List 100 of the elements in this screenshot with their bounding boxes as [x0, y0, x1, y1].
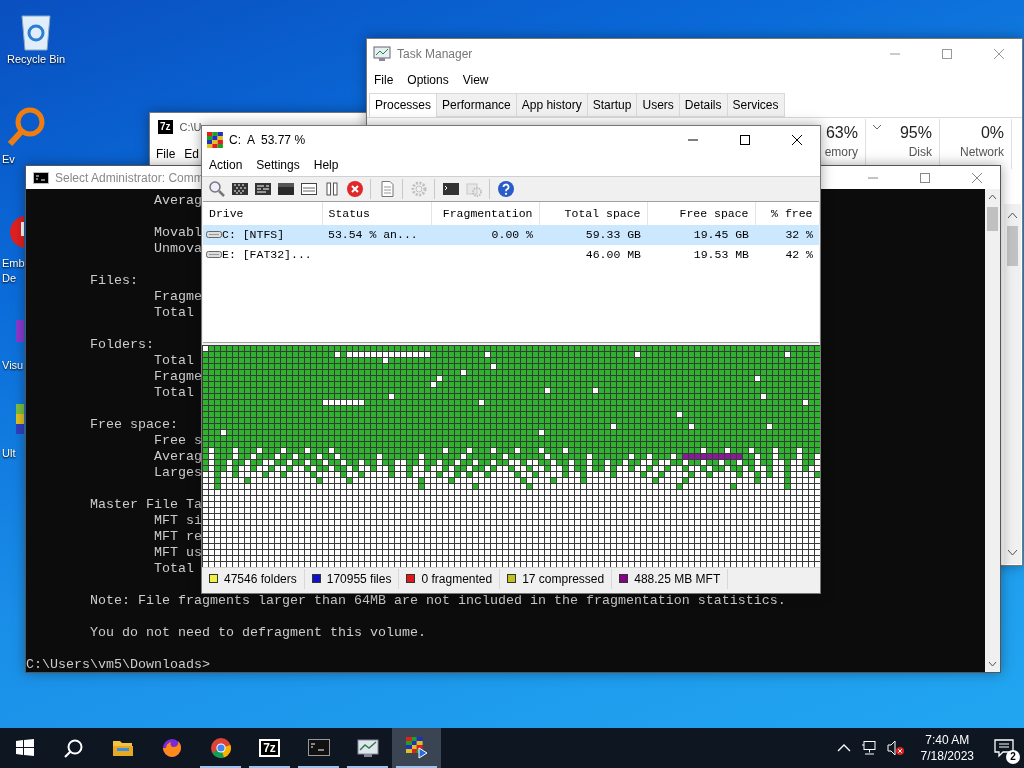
table-cell: 53.54 % an...: [328, 228, 418, 242]
column-header[interactable]: emory: [824, 145, 858, 159]
monitor-icon: [356, 737, 379, 759]
column-header[interactable]: Disk: [908, 145, 932, 159]
console-text: You do not need to defragment this volume.: [90, 625, 426, 640]
console-text: Total: [154, 353, 194, 368]
console-icon: [33, 171, 49, 184]
console-text: Movabl: [154, 225, 202, 240]
maximize-icon: [920, 172, 930, 183]
legend-label: 0 fragmented: [421, 570, 493, 588]
tab[interactable]: Users: [636, 93, 680, 117]
table-cell: 46.00 MB: [585, 247, 641, 261]
table-cell: 19.53 MB: [693, 247, 749, 261]
column-header[interactable]: Network: [960, 145, 1004, 159]
table-cell: 0.00 %: [491, 228, 533, 242]
console-text: Unmova: [154, 241, 202, 256]
console-text: Total: [154, 561, 194, 576]
table-cell: 59.33 GB: [585, 228, 641, 242]
console-text: Total: [154, 305, 194, 320]
checker-icon[interactable]: [230, 180, 249, 198]
usage-value: 0%: [980, 123, 1004, 143]
table-cell: 42 %: [785, 247, 813, 261]
search-icon: [64, 738, 83, 758]
stop-icon[interactable]: [345, 180, 364, 198]
menu-item[interactable]: File: [156, 145, 176, 163]
console-text: Files:: [90, 273, 138, 288]
menu-item[interactable]: Ed: [184, 145, 200, 163]
menu-item[interactable]: Help: [306, 156, 346, 174]
help-icon[interactable]: [496, 180, 515, 198]
table-cell: 19.45 GB: [693, 228, 749, 242]
icon-label: De: [2, 271, 17, 286]
menu-item[interactable]: View: [455, 71, 496, 89]
console-text: Larges: [154, 465, 202, 480]
block-icon[interactable]: [276, 180, 295, 198]
fox-globe-icon: [160, 737, 183, 759]
clock-time[interactable]: 7:40 AM: [925, 732, 970, 748]
menu-item[interactable]: Settings: [249, 156, 307, 174]
clock-date[interactable]: 7/18/2023: [920, 748, 974, 764]
icon-label: Emb: [2, 256, 25, 271]
magnifier-icon[interactable]: [207, 180, 226, 198]
maximize-icon: [942, 49, 952, 59]
console-text: Fragme: [154, 289, 202, 304]
panel-icon[interactable]: [299, 180, 318, 198]
icon-label: Ev: [2, 152, 15, 167]
icon-label: Ult: [2, 446, 16, 461]
window-title: C:\U: [179, 119, 202, 135]
console-text: Free s: [154, 433, 202, 448]
round-browser-icon: [209, 737, 232, 759]
close-icon: [792, 135, 802, 145]
scrollbar[interactable]: [1004, 204, 1021, 564]
console-text: MFT us: [154, 545, 202, 560]
tab[interactable]: App history: [515, 93, 588, 117]
menu-item[interactable]: Options: [400, 71, 456, 89]
drive-icon: [206, 249, 222, 259]
console-text: MFT re: [154, 529, 202, 544]
close-icon: [994, 49, 1004, 59]
legend-label: 488.25 MB MFT: [634, 570, 721, 588]
icon-label: Visu: [2, 358, 24, 373]
console-text: Free space:: [90, 417, 178, 432]
network-icon[interactable]: [860, 740, 877, 756]
console-text: Fragme: [154, 369, 202, 384]
console-text: Averag: [154, 449, 202, 464]
muted-speaker-icon[interactable]: [886, 740, 905, 756]
legend-label: 170955 files: [326, 570, 392, 588]
console-text: Folders:: [90, 337, 154, 352]
console-text: Master File Ta: [90, 497, 202, 512]
windows-logo-icon: [15, 739, 34, 757]
tab[interactable]: Details: [678, 93, 728, 117]
console-icon[interactable]: [441, 180, 460, 198]
console-icon: [307, 737, 330, 759]
bars-icon[interactable]: [253, 180, 272, 198]
tab[interactable]: Performance: [436, 93, 517, 117]
defrag-logo-icon: [207, 132, 223, 148]
tab[interactable]: Processes: [369, 93, 438, 117]
notification-icon[interactable]: [994, 738, 1014, 758]
notification-count: 2: [1006, 750, 1020, 764]
menu-item[interactable]: File: [367, 71, 401, 89]
defrag-logo-icon: [405, 737, 428, 759]
app-logo: 7z: [259, 739, 280, 757]
console-text: MFT si: [154, 513, 202, 528]
menu-item[interactable]: Action: [202, 156, 250, 174]
legend-label: 47546 folders: [224, 570, 297, 588]
console-text: Note: File fragments larger than 64MB are not included in the fragmentation statistics.: [90, 593, 786, 608]
drive-icon: [206, 230, 222, 240]
console-text: Total: [154, 385, 194, 400]
close-icon: [972, 172, 982, 183]
window-title: C: A 53.77 %: [229, 132, 307, 149]
tab[interactable]: Startup: [586, 93, 638, 117]
usage-value: 63%: [825, 123, 858, 143]
taskbar-button[interactable]: 7z: [245, 728, 294, 768]
legend-label: 17 compressed: [522, 570, 605, 588]
tab[interactable]: Services: [726, 93, 785, 117]
maximize-icon: [740, 135, 750, 145]
usage-value: 95%: [899, 123, 932, 143]
scrollbar[interactable]: [985, 189, 1000, 672]
icon-label: Recycle Bin: [6, 52, 66, 67]
drive-name[interactable]: E: [FAT32]...: [222, 245, 312, 263]
monitor-icon: [373, 46, 391, 62]
command-prompt: C:\Users\vm5\Downloads>: [26, 657, 210, 672]
chevron-up-icon[interactable]: [836, 744, 851, 752]
